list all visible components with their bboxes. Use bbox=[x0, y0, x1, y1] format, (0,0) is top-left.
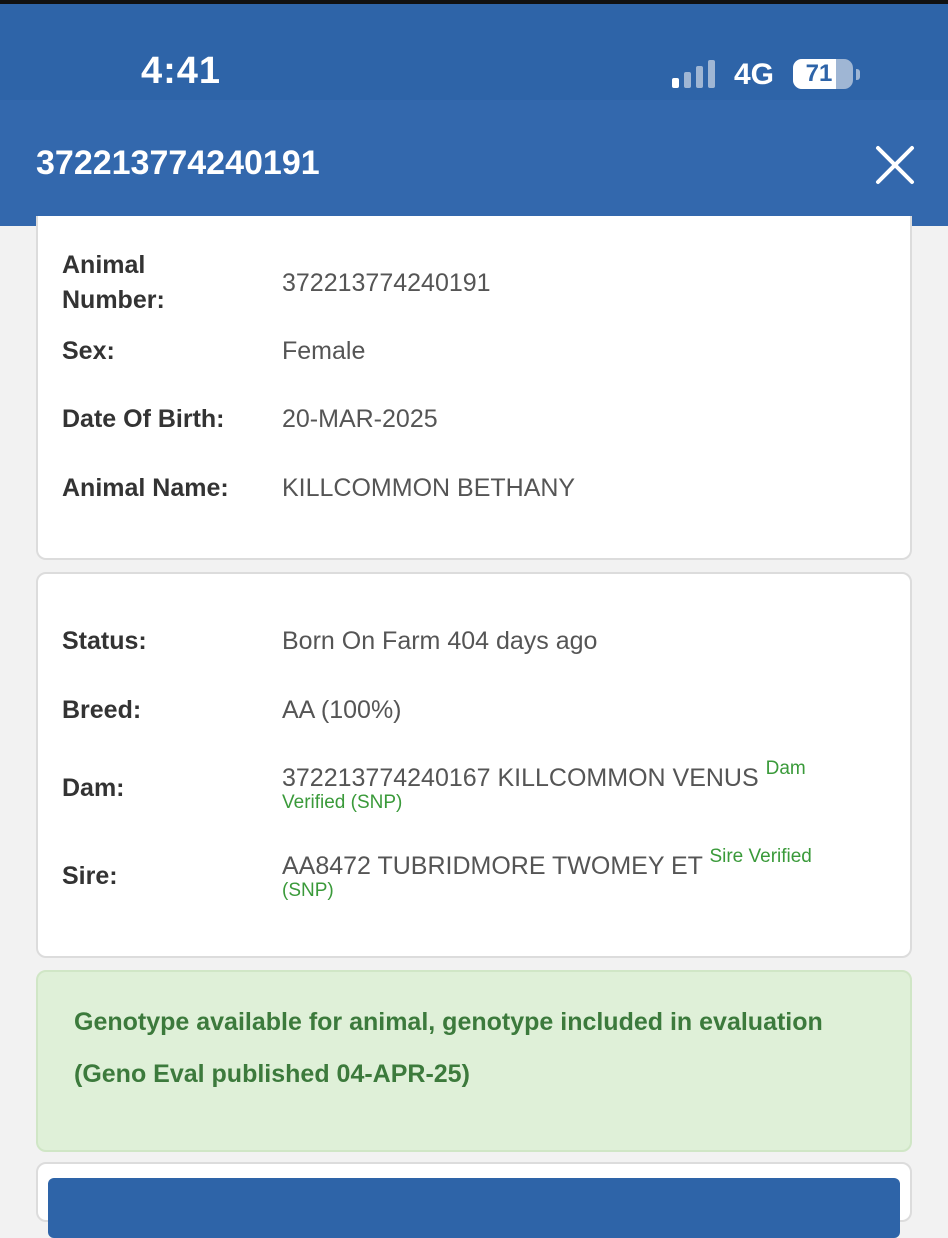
dam-label: Dam: bbox=[62, 774, 125, 802]
animal-number-value: 372213774240191 bbox=[282, 269, 491, 297]
status-bar: 4:41 4G 71 bbox=[0, 0, 948, 100]
dam-verified-badge: Dam bbox=[765, 758, 806, 779]
action-button[interactable] bbox=[48, 1178, 900, 1238]
sire-verified-badge: Sire Verified bbox=[709, 846, 812, 867]
cellular-signal-icon bbox=[672, 60, 722, 88]
close-icon bbox=[876, 146, 914, 184]
breed-label: Breed: bbox=[62, 696, 142, 724]
sire-label: Sire: bbox=[62, 862, 118, 890]
battery-icon: 71 bbox=[793, 59, 860, 89]
genotype-alert: Genotype available for animal, genotype … bbox=[36, 970, 912, 1152]
page-title: 372213774240191 bbox=[36, 144, 320, 182]
animal-name-label: Animal Name: bbox=[62, 474, 229, 502]
modal-header: 372213774240191 bbox=[0, 100, 948, 226]
dam-verified-snp: Verified (SNP) bbox=[282, 792, 403, 813]
actions-card bbox=[36, 1162, 912, 1238]
breed-value: AA (100%) bbox=[282, 696, 402, 724]
dam-id-name: 372213774240167 KILLCOMMON VENUS bbox=[282, 764, 759, 792]
sex-label: Sex: bbox=[62, 337, 115, 365]
status-time: 4:41 bbox=[141, 50, 222, 92]
sire-verified-snp: (SNP) bbox=[282, 880, 334, 901]
sire-id-name: AA8472 TUBRIDMORE TWOMEY ET bbox=[282, 852, 703, 880]
date-of-birth-value: 20-MAR-2025 bbox=[282, 405, 438, 433]
geno-eval-date: (Geno Eval published 04-APR-25) bbox=[74, 1060, 470, 1088]
sire-value-block: AA8472 TUBRIDMORE TWOMEY ET Sire Verifie… bbox=[282, 839, 882, 884]
details-card: Animal Number: 372213774240191 Sex: Fema… bbox=[36, 216, 912, 560]
close-button[interactable] bbox=[872, 142, 918, 188]
sex-value: Female bbox=[282, 337, 366, 365]
genotype-message: Genotype available for animal, genotype … bbox=[74, 1008, 823, 1036]
animal-number-label: Animal Number: bbox=[62, 251, 165, 314]
status-value: Born On Farm 404 days ago bbox=[282, 627, 598, 655]
network-type: 4G bbox=[734, 58, 775, 91]
battery-percent: 71 bbox=[805, 60, 833, 87]
lineage-card: Status: Born On Farm 404 days ago Breed:… bbox=[36, 572, 912, 958]
battery-tip bbox=[856, 69, 860, 80]
date-of-birth-label: Date Of Birth: bbox=[62, 405, 225, 433]
status-label: Status: bbox=[62, 627, 147, 655]
animal-name-value: KILLCOMMON BETHANY bbox=[282, 474, 576, 502]
